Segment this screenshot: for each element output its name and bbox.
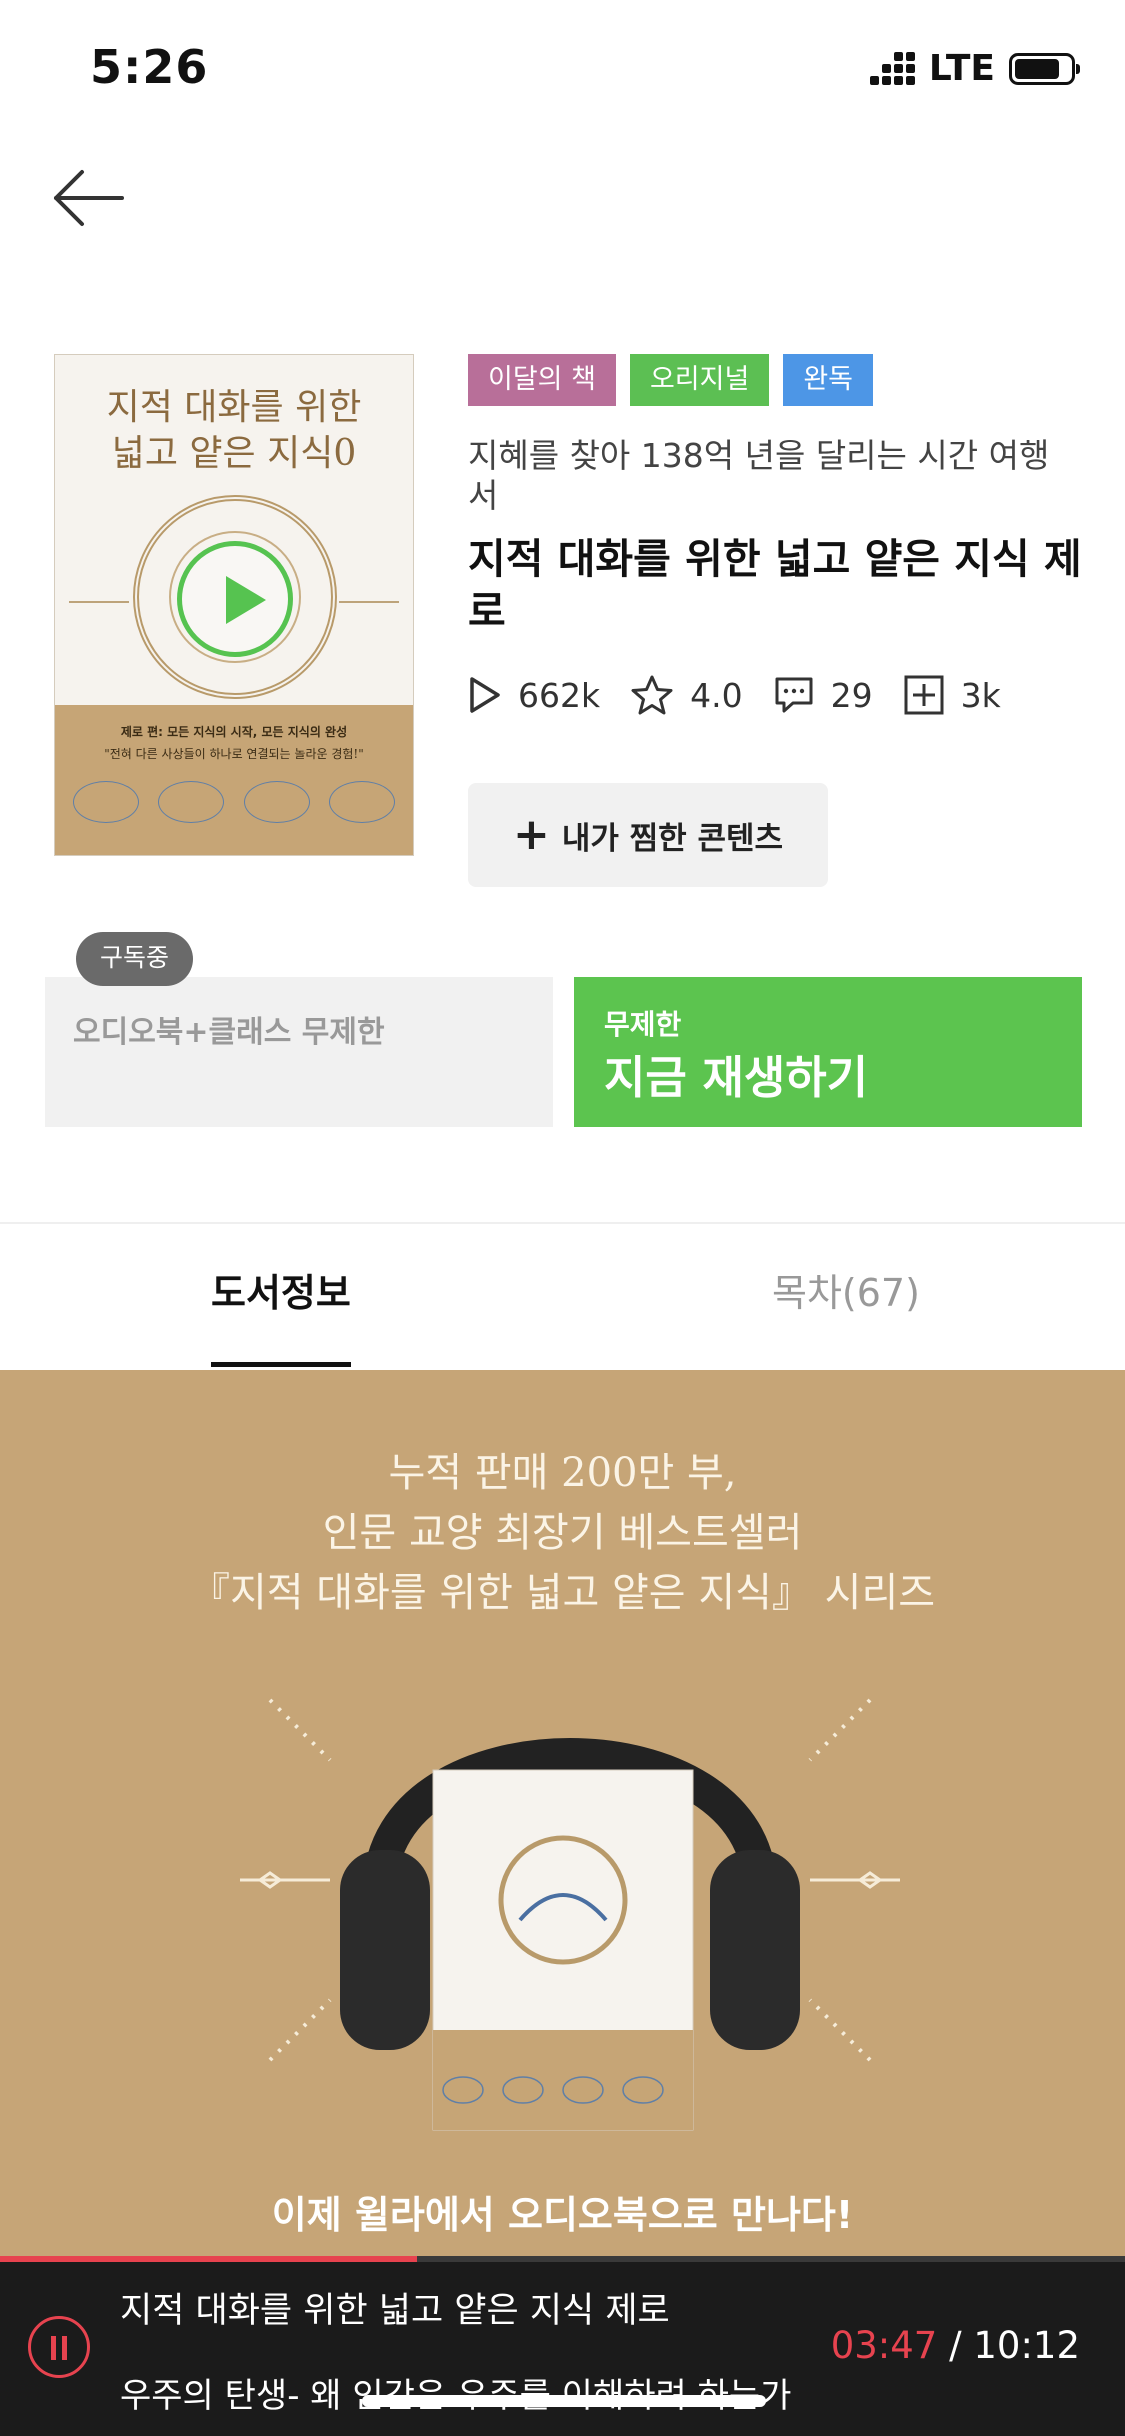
badge-book-of-month: 이달의 책	[468, 354, 616, 406]
adds-value: 3k	[960, 675, 1001, 715]
comment-icon	[775, 677, 813, 713]
wishlist-button[interactable]: + 내가 찜한 콘텐츠	[468, 783, 828, 887]
wishlist-label: 내가 찜한 콘텐츠	[561, 820, 784, 857]
stat-plays: 662k	[468, 676, 600, 715]
plus-icon: +	[512, 809, 550, 860]
player-title: 지적 대화를 위한 넓고 얕은 지식 제로	[120, 2291, 670, 2331]
back-button[interactable]	[50, 168, 130, 228]
player-time: 03:47 / 10:12	[831, 2324, 1080, 2367]
active-tab-indicator	[211, 1362, 351, 1367]
star-icon	[631, 675, 673, 715]
player-chapter: 우주의 탄생- 왜 인간은 우주를 이해하려 하는가	[120, 2376, 791, 2416]
cover-quote: "전혀 다른 사상들이 하나로 연결되는 놀라운 경험!"	[104, 747, 364, 761]
cover-bottom-band: 제로 편: 모든 지식의 시작, 모든 지식의 완성 "전혀 다른 사상들이 하…	[55, 705, 413, 855]
player-current-time: 03:47	[830, 2324, 938, 2367]
subscription-plan-box: 오디오북+클래스 무제한	[45, 977, 553, 1127]
stat-rating: 4.0	[630, 674, 743, 716]
cover-ornament-right	[339, 601, 399, 603]
player-progress-fill	[0, 2256, 418, 2262]
add-box-icon	[904, 675, 944, 715]
section-divider	[0, 1222, 1125, 1224]
pause-icon[interactable]	[28, 2316, 90, 2378]
rating-value: 4.0	[690, 675, 743, 715]
subscription-plan-label: 오디오북+클래스 무제한	[73, 1015, 385, 1050]
book-subtitle: 지혜를 찾아 138억 년을 달리는 시간 여행서	[468, 436, 1050, 515]
play-now-label: 지금 재생하기	[604, 1051, 869, 1104]
status-bar: 5:26 LTE	[0, 0, 1125, 135]
badge-group: 이달의 책 오리지널 완독	[468, 354, 874, 406]
badge-completed: 완독	[783, 354, 874, 406]
mini-player[interactable]: 지적 대화를 위한 넓고 얕은 지식 제로 우주의 탄생- 왜 인간은 우주를 …	[0, 2256, 1125, 2436]
battery-icon	[1009, 52, 1080, 85]
promo-banner: 누적 판매 200만 부, 인문 교양 최장기 베스트셀러 『지적 대화를 위한…	[0, 1370, 1125, 2256]
comments-value: 29	[830, 675, 873, 715]
book-title: 지적 대화를 위한 넓고 얕은 지식 제로	[468, 535, 1082, 635]
cover-bubbles	[73, 781, 395, 823]
home-indicator	[362, 2395, 766, 2407]
promo-line-3: 『지적 대화를 위한 넓고 얕은 지식』 시리즈	[189, 1570, 936, 1616]
play-now-button[interactable]: 무제한 지금 재생하기	[574, 977, 1082, 1127]
status-indicators: LTE	[869, 48, 1080, 89]
promo-line-1: 누적 판매 200만 부,	[388, 1450, 737, 1496]
signal-icon	[869, 52, 915, 85]
plays-value: 662k	[518, 675, 601, 715]
player-time-separator: /	[937, 2324, 974, 2367]
subscribed-badge: 구독중	[76, 932, 194, 986]
cover-title-line2: 넓고 얕은 지식0	[111, 433, 357, 474]
headphones-book-illustration	[240, 1698, 900, 2131]
stat-adds: 3k	[903, 674, 1001, 716]
promo-line-2: 인문 교양 최장기 베스트셀러	[322, 1510, 803, 1556]
stat-comments: 29	[773, 675, 873, 715]
tab-book-info[interactable]: 도서정보	[211, 1262, 351, 1317]
book-cover[interactable]: 지적 대화를 위한 넓고 얕은 지식0 제로 편: 모든 지식의 시작, 모든 …	[54, 354, 414, 856]
badge-original: 오리지널	[629, 354, 770, 406]
promo-cta: 이제 윌라에서 오디오북으로 만나다!	[271, 2193, 854, 2237]
arrow-left-icon	[54, 170, 124, 226]
cover-ornament-left	[69, 601, 129, 603]
cover-play-icon[interactable]	[177, 541, 293, 657]
play-now-caption: 무제한	[604, 1008, 682, 1041]
cover-title-line1: 지적 대화를 위한	[106, 387, 362, 428]
player-progress-track[interactable]	[0, 2256, 1125, 2262]
tab-table-of-contents[interactable]: 목차(67)	[772, 1262, 920, 1317]
cover-subtitle: 제로 편: 모든 지식의 시작, 모든 지식의 완성	[120, 725, 348, 739]
book-stats: 662k 4.0 29 3k	[468, 674, 1031, 716]
cover-title: 지적 대화를 위한 넓고 얕은 지식0	[55, 385, 413, 477]
status-time: 5:26	[90, 40, 209, 94]
network-label: LTE	[928, 48, 995, 89]
player-total-time: 10:12	[973, 2324, 1080, 2367]
play-count-icon	[470, 677, 500, 713]
